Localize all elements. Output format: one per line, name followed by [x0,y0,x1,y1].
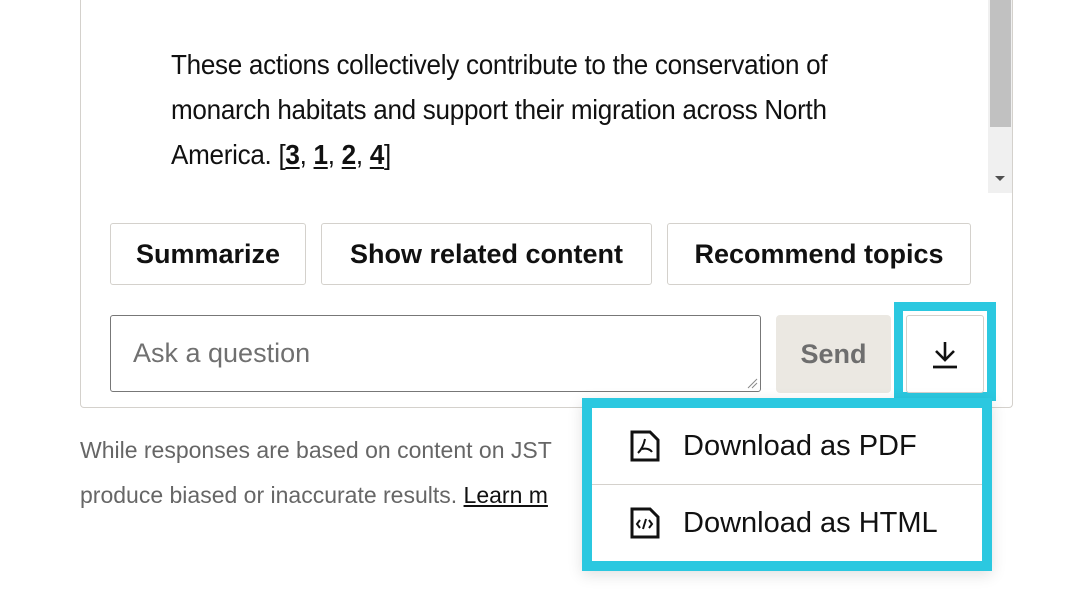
scroll-down-arrow-icon[interactable] [995,176,1005,181]
question-input[interactable] [111,316,760,391]
menu-item-label: Download as PDF [683,429,917,462]
menu-item-label: Download as HTML [683,506,938,539]
citation-link[interactable]: 2 [342,139,356,170]
html-file-icon [630,507,660,539]
menu-item-download-pdf[interactable]: Download as PDF [592,408,982,484]
menu-item-download-html[interactable]: Download as HTML [592,485,982,561]
download-button[interactable] [906,315,984,393]
citation-link[interactable]: 3 [285,139,299,170]
pdf-file-icon [630,430,660,462]
answer-close-bracket: ] [384,139,391,170]
answer-scrollbar[interactable] [988,0,1012,193]
show-related-content-button[interactable]: Show related content [321,223,652,285]
download-icon [933,342,957,369]
download-menu: Download as PDF Download as HTML [592,408,982,561]
scrollbar-thumb[interactable] [990,0,1011,127]
disclaimer-line-2: produce biased or inaccurate results. [80,482,464,508]
summarize-button[interactable]: Summarize [110,223,306,285]
citation-link[interactable]: 1 [314,139,328,170]
recommend-topics-button[interactable]: Recommend topics [667,223,971,285]
citation-link[interactable]: 4 [370,139,384,170]
resize-handle-icon[interactable] [746,377,758,389]
answer-body: These actions collectively contribute to… [171,49,828,170]
disclaimer-line-1: While responses are based on content on … [80,437,552,463]
send-button[interactable]: Send [776,315,891,393]
answer-text: These actions collectively contribute to… [171,49,828,170]
question-input-container [110,315,761,392]
learn-more-link[interactable]: Learn m [464,482,548,508]
disclaimer: While responses are based on content on … [80,428,600,518]
